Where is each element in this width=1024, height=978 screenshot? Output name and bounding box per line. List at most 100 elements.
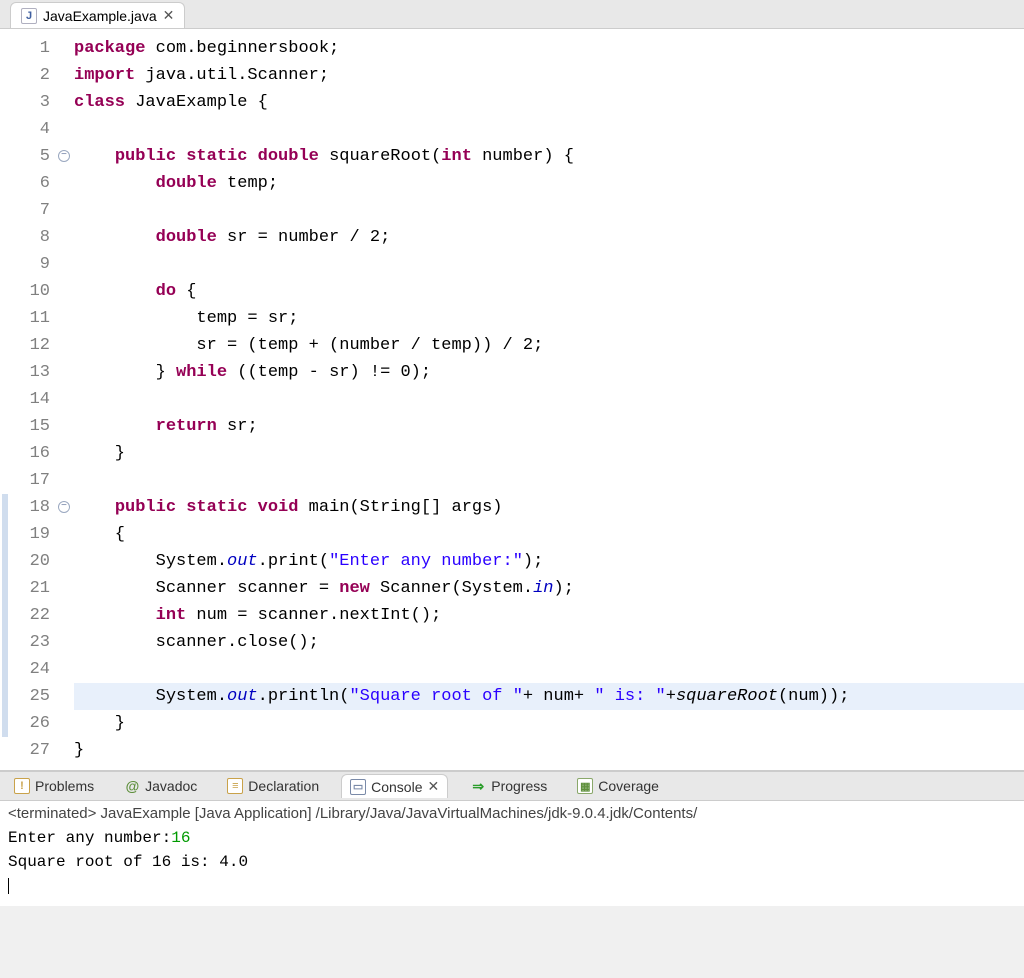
line-number[interactable]: 12	[14, 332, 50, 359]
line-number[interactable]: 25	[14, 683, 50, 710]
editor-tab-filename: JavaExample.java	[43, 8, 157, 24]
gutter-marker-row	[0, 224, 14, 251]
code-line[interactable]: import java.util.Scanner;	[74, 62, 1024, 89]
change-marker	[2, 494, 8, 521]
line-number[interactable]: 27	[14, 737, 50, 764]
fold-cell	[54, 440, 74, 467]
code-line[interactable]: sr = (temp + (number / temp)) / 2;	[74, 332, 1024, 359]
text-cursor	[8, 878, 9, 894]
line-number[interactable]: 21	[14, 575, 50, 602]
line-number[interactable]: 18	[14, 494, 50, 521]
line-number[interactable]: 22	[14, 602, 50, 629]
code-line[interactable]: System.out.println("Square root of "+ nu…	[74, 683, 1024, 710]
gutter-markers	[0, 35, 14, 764]
javadoc-icon: @	[124, 778, 140, 794]
line-number[interactable]: 15	[14, 413, 50, 440]
console-line-1: Enter any number:16	[8, 826, 1016, 850]
code-body[interactable]: 1234567891011121314151617181920212223242…	[0, 29, 1024, 770]
line-number[interactable]: 24	[14, 656, 50, 683]
gutter-marker-row	[0, 737, 14, 764]
line-number[interactable]: 1	[14, 35, 50, 62]
gutter-marker-row	[0, 251, 14, 278]
line-number[interactable]: 26	[14, 710, 50, 737]
code-line[interactable]	[74, 656, 1024, 683]
line-number[interactable]: 14	[14, 386, 50, 413]
line-number[interactable]: 23	[14, 629, 50, 656]
code-line[interactable]: do {	[74, 278, 1024, 305]
code-line[interactable]: } while ((temp - sr) != 0);	[74, 359, 1024, 386]
code-line[interactable]: return sr;	[74, 413, 1024, 440]
line-number[interactable]: 11	[14, 305, 50, 332]
console-user-input: 16	[171, 829, 190, 847]
editor-area: J JavaExample.java ✕ 1234567891011121314…	[0, 0, 1024, 771]
java-file-icon: J	[21, 8, 37, 24]
gutter-marker-row	[0, 521, 14, 548]
tab-console[interactable]: ▭ Console ✕	[341, 774, 448, 798]
code-line[interactable]	[74, 467, 1024, 494]
gutter-marker-row	[0, 683, 14, 710]
console-header: <terminated> JavaExample [Java Applicati…	[8, 803, 1016, 826]
line-number[interactable]: 5	[14, 143, 50, 170]
code-line[interactable]: scanner.close();	[74, 629, 1024, 656]
line-number[interactable]: 8	[14, 224, 50, 251]
line-number[interactable]: 10	[14, 278, 50, 305]
fold-cell	[54, 602, 74, 629]
declaration-icon: ≡	[227, 778, 243, 794]
line-number[interactable]: 13	[14, 359, 50, 386]
gutter-marker-row	[0, 386, 14, 413]
editor-tab-active[interactable]: J JavaExample.java ✕	[10, 2, 185, 28]
gutter-fold: −−	[54, 35, 74, 764]
tab-declaration[interactable]: ≡ Declaration	[219, 775, 327, 797]
line-number[interactable]: 7	[14, 197, 50, 224]
change-marker	[2, 548, 8, 575]
fold-cell	[54, 629, 74, 656]
code-line[interactable]: double sr = number / 2;	[74, 224, 1024, 251]
console-area[interactable]: <terminated> JavaExample [Java Applicati…	[0, 801, 1024, 906]
close-icon[interactable]: ✕	[428, 778, 440, 795]
line-number[interactable]: 3	[14, 89, 50, 116]
code-line[interactable]: }	[74, 737, 1024, 764]
code-line[interactable]	[74, 251, 1024, 278]
code-line[interactable]: int num = scanner.nextInt();	[74, 602, 1024, 629]
code-line[interactable]: }	[74, 710, 1024, 737]
change-marker	[2, 683, 8, 710]
tab-javadoc[interactable]: @ Javadoc	[116, 775, 205, 797]
code-line[interactable]: class JavaExample {	[74, 89, 1024, 116]
code-line[interactable]: public static double squareRoot(int numb…	[74, 143, 1024, 170]
line-number[interactable]: 6	[14, 170, 50, 197]
gutter-marker-row	[0, 170, 14, 197]
fold-cell[interactable]: −	[54, 143, 74, 170]
tab-coverage[interactable]: ▦ Coverage	[569, 775, 667, 797]
code-line[interactable]: Scanner scanner = new Scanner(System.in)…	[74, 575, 1024, 602]
gutter-marker-row	[0, 575, 14, 602]
fold-cell[interactable]: −	[54, 494, 74, 521]
code-line[interactable]: {	[74, 521, 1024, 548]
tab-problems[interactable]: ! Problems	[6, 775, 102, 797]
line-number[interactable]: 17	[14, 467, 50, 494]
code-line[interactable]: }	[74, 440, 1024, 467]
line-number[interactable]: 9	[14, 251, 50, 278]
gutter-marker-row	[0, 143, 14, 170]
fold-cell	[54, 575, 74, 602]
close-icon[interactable]: ✕	[163, 7, 175, 24]
line-number[interactable]: 16	[14, 440, 50, 467]
tab-progress[interactable]: ⇒ Progress	[462, 775, 555, 797]
code-line[interactable]: package com.beginnersbook;	[74, 35, 1024, 62]
code-line[interactable]	[74, 116, 1024, 143]
fold-cell	[54, 62, 74, 89]
code-lines[interactable]: package com.beginnersbook;import java.ut…	[74, 35, 1024, 764]
code-line[interactable]	[74, 386, 1024, 413]
fold-toggle-icon[interactable]: −	[58, 501, 70, 513]
code-line[interactable]	[74, 197, 1024, 224]
line-number[interactable]: 2	[14, 62, 50, 89]
code-line[interactable]: System.out.print("Enter any number:");	[74, 548, 1024, 575]
code-line[interactable]: temp = sr;	[74, 305, 1024, 332]
fold-cell	[54, 35, 74, 62]
gutter-marker-row	[0, 305, 14, 332]
line-number[interactable]: 4	[14, 116, 50, 143]
fold-toggle-icon[interactable]: −	[58, 150, 70, 162]
line-number[interactable]: 20	[14, 548, 50, 575]
line-number[interactable]: 19	[14, 521, 50, 548]
code-line[interactable]: double temp;	[74, 170, 1024, 197]
code-line[interactable]: public static void main(String[] args)	[74, 494, 1024, 521]
